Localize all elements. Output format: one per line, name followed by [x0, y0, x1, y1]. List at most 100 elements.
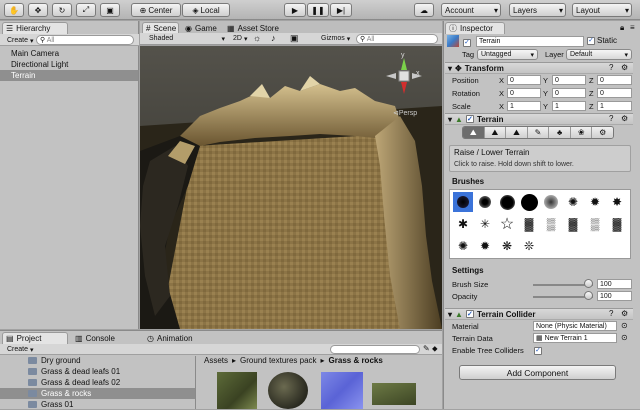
brush-option[interactable]: ✸: [607, 192, 627, 212]
brush-option[interactable]: ❋: [497, 236, 517, 256]
terrain-settings-tool-button[interactable]: ⚙: [591, 127, 613, 138]
hierarchy-item-terrain[interactable]: Terrain: [0, 70, 138, 81]
layout-dropdown[interactable]: Layout ▾: [572, 3, 632, 17]
rotate-tool-button[interactable]: ↻: [52, 3, 72, 17]
move-tool-button[interactable]: ✥: [28, 3, 48, 17]
terrain-component-header[interactable]: ▾ ▲ ✓ Terrain: [445, 113, 633, 125]
hierarchy-item-directional-light[interactable]: Directional Light: [0, 59, 138, 70]
brush-option[interactable]: [475, 192, 495, 212]
breadcrumb-item[interactable]: Assets: [204, 356, 228, 365]
step-button[interactable]: ▶|: [330, 3, 352, 17]
mode-2d-toggle[interactable]: 2D: [231, 33, 247, 44]
transform-header[interactable]: ▾ ✥ Transform: [445, 62, 633, 74]
active-checkbox[interactable]: ✓: [463, 37, 471, 47]
brush-size-input[interactable]: 100: [597, 279, 632, 289]
shading-mode-dropdown[interactable]: Shaded: [146, 33, 228, 44]
asset-thumbnail[interactable]: [268, 372, 308, 409]
raise-lower-tool-button[interactable]: ⛰: [463, 127, 484, 138]
rect-tool-button[interactable]: ▣: [100, 3, 120, 17]
brush-option[interactable]: [519, 192, 539, 212]
tree-colliders-checkbox[interactable]: ✓: [534, 345, 542, 355]
folder-item[interactable]: Grass 01: [28, 399, 73, 410]
paint-details-tool-button[interactable]: ❀: [569, 127, 592, 138]
gizmo-center-cube[interactable]: [398, 70, 410, 82]
position-x-input[interactable]: 0: [507, 75, 541, 85]
rotation-y-input[interactable]: 0: [552, 88, 586, 98]
asset-thumbnail[interactable]: [217, 372, 257, 409]
layer-dropdown[interactable]: Default: [566, 49, 632, 60]
brush-option[interactable]: ▓: [519, 214, 539, 234]
rotation-z-input[interactable]: 0: [597, 88, 632, 98]
terrain-collider-header[interactable]: ▾ ▲ ✓ Terrain Collider: [445, 308, 633, 320]
gizmos-dropdown[interactable]: Gizmos: [318, 33, 352, 44]
paint-texture-tool-button[interactable]: ✎: [526, 127, 549, 138]
pivot-local-button[interactable]: ◈ Local: [182, 3, 230, 17]
scale-tool-button[interactable]: ⤢: [76, 3, 96, 17]
project-create-button[interactable]: Create: [4, 344, 34, 355]
brush-option[interactable]: ✹: [585, 192, 605, 212]
play-button[interactable]: ▶: [284, 3, 306, 17]
folder-item[interactable]: Grass & dead leafs 01: [28, 366, 120, 377]
brush-option[interactable]: ▒: [585, 214, 605, 234]
brush-size-slider-thumb[interactable]: [584, 279, 593, 288]
smooth-height-tool-button[interactable]: ⛰: [505, 127, 527, 138]
scene-search-input[interactable]: ⚲ All: [356, 34, 438, 44]
hierarchy-create-button[interactable]: Create: [4, 35, 34, 46]
opacity-slider-thumb[interactable]: [584, 291, 593, 300]
brush-option[interactable]: [541, 192, 561, 212]
brush-option[interactable]: ▓: [563, 214, 583, 234]
transform-gear-icon[interactable]: ⚙: [621, 63, 628, 72]
filter-type-icon[interactable]: ✎: [423, 344, 430, 353]
folder-item[interactable]: Dry ground: [28, 355, 81, 366]
tab-project[interactable]: ▤ Project: [2, 332, 68, 344]
asset-thumbnail[interactable]: [321, 372, 363, 409]
brush-option[interactable]: ▒: [541, 214, 561, 234]
brush-option[interactable]: ✺: [563, 192, 583, 212]
collider-help-icon[interactable]: ?: [609, 309, 613, 318]
brush-option[interactable]: [497, 192, 517, 212]
scale-y-input[interactable]: 1: [552, 101, 586, 111]
brush-option[interactable]: ❊: [519, 236, 539, 256]
asset-thumbnail[interactable]: [372, 383, 416, 405]
brush-option[interactable]: ✱: [453, 214, 473, 234]
terrain-data-object-field[interactable]: ▦ New Terrain 1: [533, 333, 617, 343]
folder-item-selected[interactable]: Grass & rocks: [28, 388, 91, 399]
tab-inspector[interactable]: ⓘ Inspector: [445, 22, 505, 34]
add-component-button[interactable]: Add Component: [459, 365, 616, 380]
effects-toggle-icon[interactable]: ▣: [290, 33, 299, 44]
brush-option[interactable]: [453, 192, 473, 212]
scene-orientation-gizmo[interactable]: [380, 52, 430, 112]
lock-icon[interactable]: 🔒︎: [620, 23, 624, 33]
account-dropdown[interactable]: Account ▾: [441, 3, 501, 17]
hierarchy-search-input[interactable]: ⚲ All: [36, 35, 134, 45]
tab-hierarchy[interactable]: ☰ Hierarchy: [2, 22, 68, 34]
place-trees-tool-button[interactable]: ♣: [548, 127, 570, 138]
gizmo-neg-x-axis[interactable]: [386, 73, 396, 79]
pivot-center-button[interactable]: ⊕ Center: [131, 3, 181, 17]
rotation-x-input[interactable]: 0: [507, 88, 541, 98]
brush-option[interactable]: ☆: [497, 214, 517, 234]
transform-help-icon[interactable]: ?: [609, 63, 613, 72]
scale-z-input[interactable]: 1: [597, 101, 632, 111]
scale-x-input[interactable]: 1: [507, 101, 541, 111]
terrain-help-icon[interactable]: ?: [609, 114, 613, 123]
hand-tool-button[interactable]: ✋: [4, 3, 24, 17]
position-y-input[interactable]: 0: [552, 75, 586, 85]
tab-animation[interactable]: ◷ Animation: [144, 332, 204, 344]
opacity-input[interactable]: 100: [597, 291, 632, 301]
breadcrumb-item[interactable]: Ground textures pack: [240, 356, 316, 365]
paint-height-tool-button[interactable]: ⛰: [483, 127, 506, 138]
tag-dropdown[interactable]: Untagged: [477, 49, 538, 60]
gizmo-neg-y-axis[interactable]: [401, 82, 407, 94]
breadcrumb-item-current[interactable]: Grass & rocks: [329, 356, 383, 365]
object-picker-icon[interactable]: ⊙: [621, 321, 628, 330]
object-name-input[interactable]: Terrain: [476, 36, 584, 47]
cloud-button[interactable]: ☁: [414, 3, 434, 17]
collider-gear-icon[interactable]: ⚙: [621, 309, 628, 318]
brush-option[interactable]: ✺: [453, 236, 473, 256]
project-search-input[interactable]: [330, 345, 420, 354]
brush-option[interactable]: ✹: [475, 236, 495, 256]
tab-console[interactable]: ▥ Console: [72, 332, 122, 344]
audio-toggle-icon[interactable]: ♪: [271, 33, 276, 43]
position-z-input[interactable]: 0: [597, 75, 632, 85]
